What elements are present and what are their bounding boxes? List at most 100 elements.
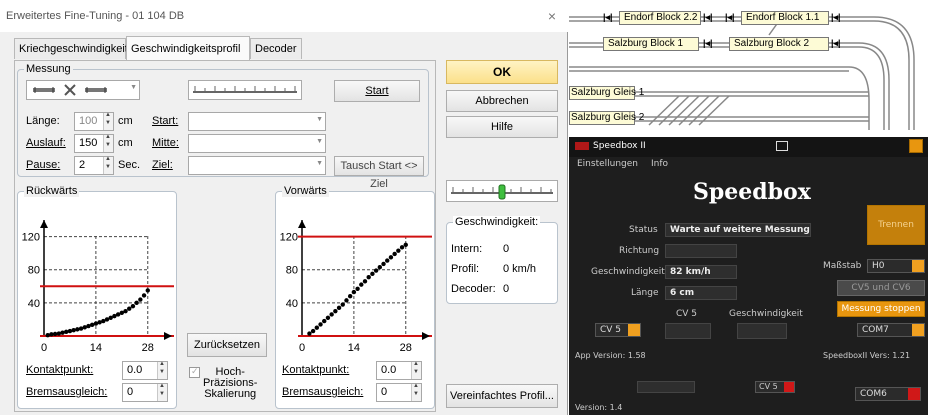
pause-value: 2 xyxy=(79,159,86,171)
restore-icon[interactable] xyxy=(776,141,788,151)
behind-com-value: COM6 xyxy=(860,389,887,399)
block-salzburg-1[interactable]: Salzburg Block 1 xyxy=(603,37,699,51)
hilfe-button[interactable]: Hilfe xyxy=(446,116,558,138)
laenge-stepper[interactable] xyxy=(103,112,113,130)
start-button[interactable]: Start xyxy=(334,80,420,102)
ziel-select[interactable]: ▼ xyxy=(188,156,326,175)
slider-thumb-icon xyxy=(451,184,553,200)
vorwaerts-kontaktpunkt-input[interactable]: 0.0 xyxy=(376,361,422,380)
data-point xyxy=(64,329,69,335)
behind-cv-select[interactable]: CV 5 xyxy=(755,381,795,393)
block-signal-icon: |◂| xyxy=(603,12,613,22)
start-select[interactable]: ▼ xyxy=(188,112,326,131)
cv-geschwindigkeit-field xyxy=(737,323,787,339)
intern-value: 0 xyxy=(503,243,510,255)
x-tick-label: 14 xyxy=(90,342,102,354)
block-salzburg-gleis-2[interactable]: Salzburg Gleis 2 xyxy=(569,111,644,125)
block-salzburg-gleis-1[interactable]: Salzburg Gleis 1 xyxy=(569,86,644,100)
rueckwaerts-bremsausgleich-stepper[interactable] xyxy=(157,383,167,401)
zuruecksetzen-button[interactable]: Zurücksetzen xyxy=(187,333,267,357)
auslauf-input[interactable]: 150 xyxy=(74,134,114,153)
massstab-select[interactable]: H0 xyxy=(867,259,925,273)
ok-button[interactable]: OK xyxy=(446,60,558,84)
vereinfachtes-profil-button[interactable]: Vereinfachtes Profil... xyxy=(446,384,558,408)
status-label: Status xyxy=(629,225,658,235)
data-point xyxy=(141,293,147,298)
data-point xyxy=(318,322,323,327)
abbrechen-button[interactable]: Abbrechen xyxy=(446,90,558,112)
tausch-button[interactable]: Tausch Start <> Ziel xyxy=(334,156,424,190)
tab-decoder[interactable]: Decoder xyxy=(250,38,302,59)
measurement-type-select[interactable]: ▼ xyxy=(26,80,140,100)
x-tick-label: 0 xyxy=(41,342,47,354)
y-axis-arrow-icon xyxy=(298,220,306,228)
data-point xyxy=(325,315,331,320)
hochpraezision-checkbox[interactable]: ✓ xyxy=(189,366,200,378)
behind-com-select[interactable]: COM6 xyxy=(855,387,921,401)
data-point xyxy=(49,332,54,337)
vorwaerts-group: Vorwärts 40 80 120 0 14 28 Kontaktpunkt: 0.0 … xyxy=(275,185,435,409)
y-tick-label: 120 xyxy=(22,232,40,244)
status-field: Warte auf weitere Messung xyxy=(665,223,811,237)
speedbox-version: SpeedboxII Vers: 1.21 xyxy=(823,351,911,360)
mitte-select[interactable]: ▼ xyxy=(188,134,326,153)
menu-einstellungen[interactable]: Einstellungen xyxy=(577,159,638,169)
data-point xyxy=(123,308,128,314)
tab-kriechgeschwindigkeit[interactable]: Kriechgeschwindigkeit xyxy=(14,38,128,59)
y-tick-label: 40 xyxy=(28,298,40,310)
cv5-cv6-button[interactable]: CV5 und CV6 xyxy=(837,280,925,296)
richtung-field xyxy=(665,244,737,258)
x-tick-label: 0 xyxy=(299,342,305,354)
profil-label: Profil: xyxy=(451,263,480,275)
vorwaerts-kontaktpunkt-value: 0.0 xyxy=(381,364,397,376)
vorwaerts-kontaktpunkt-stepper[interactable] xyxy=(411,361,421,379)
trennen-button[interactable]: Trennen xyxy=(867,205,925,245)
data-point xyxy=(399,245,405,250)
geschwindigkeit-group: Geschwindigkeit: Intern: 0 Profil: 0 km/… xyxy=(446,216,558,304)
vorwaerts-bremsausgleich-input[interactable]: 0 xyxy=(376,383,422,402)
data-point xyxy=(362,279,368,284)
messung-speed-slider[interactable] xyxy=(188,80,302,100)
pause-stepper[interactable] xyxy=(103,156,113,174)
data-point xyxy=(314,325,320,330)
tab-panel: Messung ▼ Start Länge: 100 ▲ ▼ cm Start:… xyxy=(14,60,436,412)
geschwindigkeit-slider[interactable] xyxy=(446,180,558,202)
intern-label: Intern: xyxy=(451,243,483,255)
cv-select[interactable]: CV 5 xyxy=(595,323,641,337)
data-point xyxy=(75,327,80,332)
data-point xyxy=(310,328,316,334)
x-tick-label: 28 xyxy=(142,342,154,354)
menu-info[interactable]: Info xyxy=(651,159,668,169)
rueckwaerts-kontaktpunkt-stepper[interactable] xyxy=(157,361,167,379)
speedbox-heading: Speedbox xyxy=(693,179,811,205)
pause-input[interactable]: 2 xyxy=(74,156,114,175)
cv-geschwindigkeit-header: Geschwindigkeit xyxy=(729,309,803,319)
close-icon[interactable]: × xyxy=(548,8,556,24)
app-version: App Version: 1.58 xyxy=(575,351,646,360)
rueckwaerts-kontaktpunkt-input[interactable]: 0.0 xyxy=(122,361,168,380)
laenge-sb-field: 6 cm xyxy=(665,286,737,300)
block-signal-icon: |◂| xyxy=(703,38,713,48)
chevron-down-icon xyxy=(908,388,920,400)
laenge-input[interactable]: 100 xyxy=(74,112,114,131)
chevron-down-icon: ▼ xyxy=(316,160,323,167)
block-endorf-2-2[interactable]: Endorf Block 2.2 xyxy=(619,11,701,25)
cv5-header: CV 5 xyxy=(676,309,698,319)
block-signal-icon: |◂| xyxy=(703,12,713,22)
rueckwaerts-legend: Rückwärts xyxy=(24,185,80,197)
com-select[interactable]: COM7 xyxy=(857,323,925,337)
messung-stoppen-button[interactable]: Messung stoppen xyxy=(837,301,925,317)
tab-geschwindigkeitsprofil[interactable]: Geschwindigkeitsprofil xyxy=(126,36,250,60)
minimize-icon[interactable] xyxy=(909,139,923,153)
chevron-down-icon xyxy=(912,324,924,336)
block-endorf-1-1[interactable]: Endorf Block 1.1 xyxy=(741,11,829,25)
auslauf-stepper[interactable] xyxy=(103,134,113,152)
block-salzburg-2[interactable]: Salzburg Block 2 xyxy=(729,37,829,51)
data-point xyxy=(52,331,58,337)
block-signal-icon: |◂| xyxy=(831,38,841,48)
laenge-sb-label: Länge xyxy=(631,288,659,298)
vorwaerts-bremsausgleich-stepper[interactable] xyxy=(411,383,421,401)
start-button-label: Start xyxy=(365,85,389,97)
data-point xyxy=(381,261,386,267)
rueckwaerts-bremsausgleich-input[interactable]: 0 xyxy=(122,383,168,402)
